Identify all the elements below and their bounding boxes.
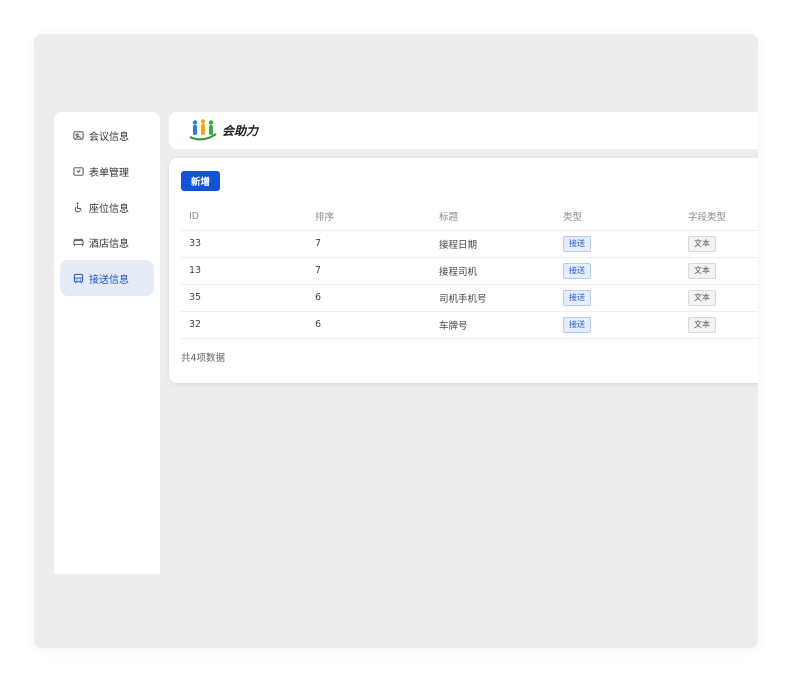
form-icon bbox=[73, 166, 84, 177]
total-count-text: 共4项数据 bbox=[181, 353, 226, 364]
logo-icon bbox=[189, 119, 217, 141]
type-badge: 接送 bbox=[563, 262, 591, 279]
cell-field-type: 文本 bbox=[680, 230, 758, 258]
cell-title: 车牌号 bbox=[431, 311, 555, 339]
cell-type: 接送 bbox=[555, 230, 680, 258]
cell-id: 33 bbox=[181, 230, 307, 258]
top-header: 会助力 bbox=[169, 112, 758, 149]
column-header-type[interactable]: 类型 bbox=[555, 203, 680, 231]
data-table: ID 排序 标题 类型 字段类型 33 7 接程日期 接送 文本 13 7 接程… bbox=[181, 203, 758, 339]
sidebar-item-form-management[interactable]: 表单管理 bbox=[60, 153, 154, 189]
field-type-badge: 文本 bbox=[688, 289, 716, 306]
cell-title: 接程日期 bbox=[431, 230, 555, 258]
seat-icon bbox=[73, 202, 84, 213]
hotel-bed-icon bbox=[73, 237, 84, 248]
column-header-title[interactable]: 标题 bbox=[431, 203, 555, 231]
cell-type: 接送 bbox=[555, 284, 680, 312]
add-new-button[interactable]: 新增 bbox=[181, 171, 220, 191]
sidebar-item-label: 座位信息 bbox=[89, 203, 129, 215]
sidebar-item-label: 表单管理 bbox=[89, 167, 129, 179]
table-row[interactable]: 32 6 车牌号 接送 文本 bbox=[181, 311, 758, 339]
sidebar-item-label: 酒店信息 bbox=[89, 238, 129, 250]
sidebar-item-seat-info[interactable]: 座位信息 bbox=[60, 189, 154, 225]
meeting-icon bbox=[73, 130, 84, 141]
cell-title: 接程司机 bbox=[431, 257, 555, 285]
type-badge: 接送 bbox=[563, 316, 591, 333]
table-row[interactable]: 35 6 司机手机号 接送 文本 bbox=[181, 284, 758, 312]
cell-order: 7 bbox=[307, 257, 431, 285]
cell-field-type: 文本 bbox=[680, 284, 758, 312]
sidebar-item-transfer-info[interactable]: 接送信息 bbox=[60, 260, 154, 296]
cell-order: 7 bbox=[307, 230, 431, 258]
cell-id: 32 bbox=[181, 311, 307, 339]
sidebar-item-label: 会议信息 bbox=[89, 131, 129, 143]
app-frame: 会议信息 表单管理 座位信息 酒店信息 接送信息 会助力 新增 ID 排序 标题… bbox=[34, 34, 758, 648]
bus-icon bbox=[73, 273, 84, 284]
cell-title: 司机手机号 bbox=[431, 284, 555, 312]
field-type-badge: 文本 bbox=[688, 316, 716, 333]
cell-id: 35 bbox=[181, 284, 307, 312]
cell-id: 13 bbox=[181, 257, 307, 285]
type-badge: 接送 bbox=[563, 235, 591, 252]
field-type-badge: 文本 bbox=[688, 262, 716, 279]
cell-order: 6 bbox=[307, 311, 431, 339]
cell-type: 接送 bbox=[555, 257, 680, 285]
cell-type: 接送 bbox=[555, 311, 680, 339]
table-row[interactable]: 13 7 接程司机 接送 文本 bbox=[181, 257, 758, 285]
column-header-field-type[interactable]: 字段类型 bbox=[680, 203, 758, 231]
content-panel: 新增 ID 排序 标题 类型 字段类型 33 7 接程日期 接送 文本 13 7… bbox=[169, 158, 758, 383]
logo[interactable]: 会助力 bbox=[188, 119, 258, 141]
sidebar-item-hotel-info[interactable]: 酒店信息 bbox=[60, 224, 154, 260]
column-header-order[interactable]: 排序 bbox=[307, 203, 431, 231]
type-badge: 接送 bbox=[563, 289, 591, 306]
sidebar: 会议信息 表单管理 座位信息 酒店信息 接送信息 bbox=[54, 112, 160, 574]
column-header-id[interactable]: ID bbox=[181, 203, 307, 231]
field-type-badge: 文本 bbox=[688, 235, 716, 252]
cell-field-type: 文本 bbox=[680, 257, 758, 285]
cell-order: 6 bbox=[307, 284, 431, 312]
sidebar-item-meeting-info[interactable]: 会议信息 bbox=[60, 117, 154, 153]
table-header-row: ID 排序 标题 类型 字段类型 bbox=[181, 203, 758, 231]
logo-text: 会助力 bbox=[222, 123, 259, 138]
sidebar-item-label: 接送信息 bbox=[89, 274, 129, 286]
table-row[interactable]: 33 7 接程日期 接送 文本 bbox=[181, 230, 758, 258]
cell-field-type: 文本 bbox=[680, 311, 758, 339]
